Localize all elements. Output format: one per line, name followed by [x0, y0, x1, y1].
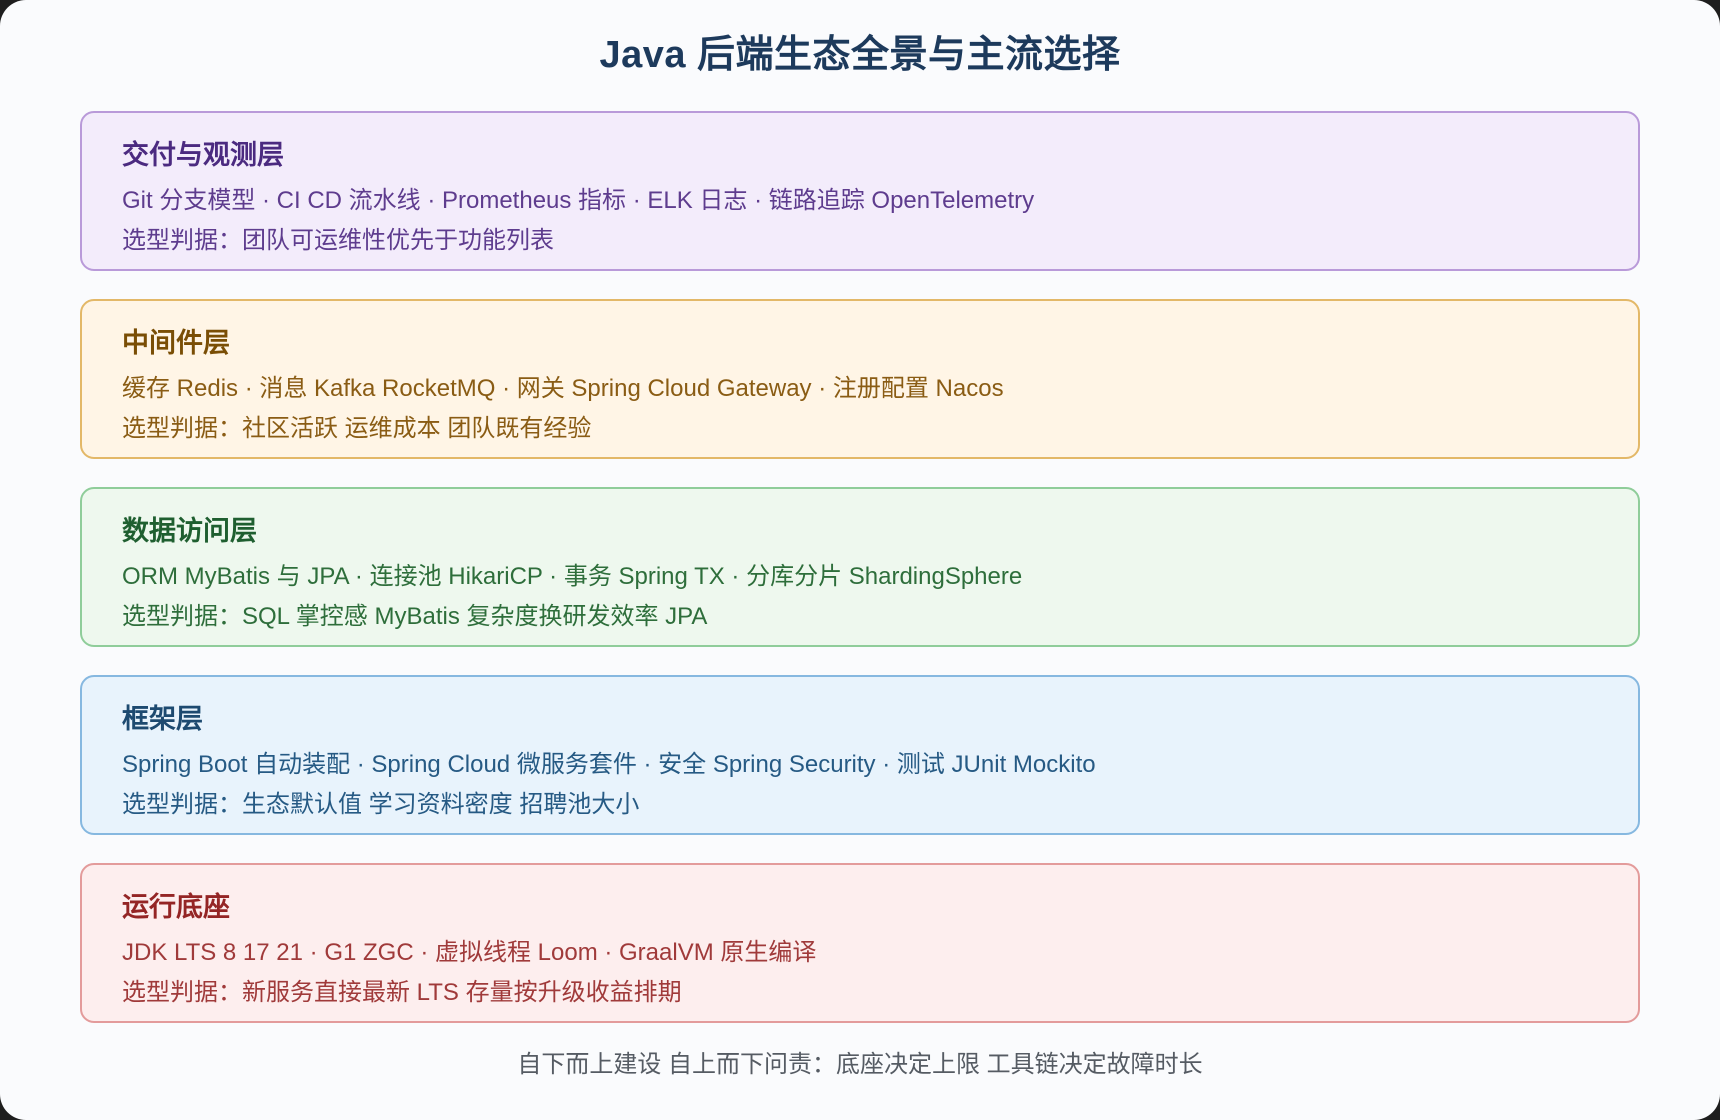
layer-items: JDK LTS 8 17 21 · G1 ZGC · 虚拟线程 Loom · G… [122, 939, 817, 966]
layer-items: Spring Boot 自动装配 · Spring Cloud 微服务套件 · … [122, 751, 1096, 778]
layer-framework: 框架层 Spring Boot 自动装配 · Spring Cloud 微服务套… [80, 675, 1640, 835]
layer-title: 框架层 [122, 704, 203, 734]
layer-criteria: 选型判据：SQL 掌控感 MyBatis 复杂度换研发效率 JPA [122, 603, 708, 630]
footer-summary: 自下而上建设 自上而下问责：底座决定上限 工具链决定故障时长 [517, 1051, 1203, 1078]
layer-middleware: 中间件层 缓存 Redis · 消息 Kafka RocketMQ · 网关 S… [80, 299, 1640, 459]
layer-delivery-observability: 交付与观测层 Git 分支模型 · CI CD 流水线 · Prometheus… [80, 111, 1640, 271]
layer-items: 缓存 Redis · 消息 Kafka RocketMQ · 网关 Spring… [122, 375, 1004, 402]
layer-items: ORM MyBatis 与 JPA · 连接池 HikariCP · 事务 Sp… [122, 563, 1023, 590]
layer-criteria: 选型判据：生态默认值 学习资料密度 招聘池大小 [122, 791, 640, 818]
layer-items: Git 分支模型 · CI CD 流水线 · Prometheus 指标 · E… [122, 187, 1035, 214]
page-title: Java 后端生态全景与主流选择 [599, 34, 1121, 76]
layer-title: 数据访问层 [122, 516, 257, 546]
layer-title: 运行底座 [122, 892, 230, 922]
layer-title: 交付与观测层 [122, 140, 284, 170]
layer-data-access: 数据访问层 ORM MyBatis 与 JPA · 连接池 HikariCP ·… [80, 487, 1640, 647]
layer-criteria: 选型判据：社区活跃 运维成本 团队既有经验 [122, 415, 592, 442]
layer-criteria: 选型判据：团队可运维性优先于功能列表 [122, 227, 554, 254]
diagram-card: Java 后端生态全景与主流选择 交付与观测层 Git 分支模型 · CI CD… [0, 0, 1720, 1120]
layer-title: 中间件层 [122, 328, 230, 358]
layer-criteria: 选型判据：新服务直接最新 LTS 存量按升级收益排期 [122, 979, 682, 1006]
layer-runtime-base: 运行底座 JDK LTS 8 17 21 · G1 ZGC · 虚拟线程 Loo… [80, 863, 1640, 1023]
